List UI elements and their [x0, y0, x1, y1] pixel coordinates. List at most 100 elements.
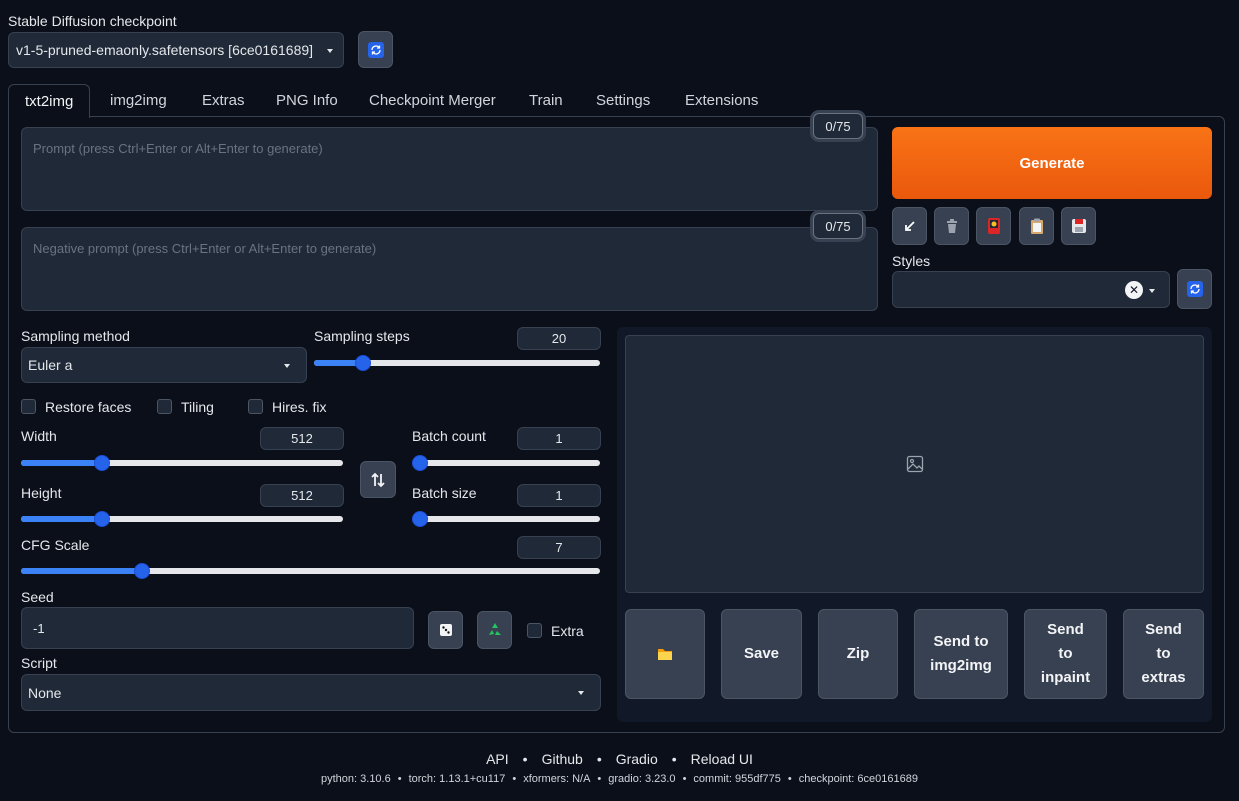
- height-label: Height: [21, 485, 62, 501]
- clear-prompt-button[interactable]: [934, 207, 969, 245]
- script-value: None: [28, 685, 62, 701]
- read-params-button[interactable]: [892, 207, 927, 245]
- random-seed-button[interactable]: [428, 611, 463, 649]
- tab-extras[interactable]: Extras: [186, 84, 261, 117]
- clear-icon[interactable]: ✕: [1125, 281, 1143, 299]
- slider-knob[interactable]: [94, 455, 110, 471]
- tiling-checkbox[interactable]: [157, 399, 172, 414]
- sampling-steps-label: Sampling steps: [314, 328, 410, 344]
- tab-extensions[interactable]: Extensions: [669, 84, 774, 117]
- tab-checkpoint-merger[interactable]: Checkpoint Merger: [353, 84, 512, 117]
- tiling-label: Tiling: [181, 399, 214, 415]
- script-dropdown[interactable]: None: [21, 674, 601, 711]
- footer-separator: •: [671, 751, 677, 767]
- open-folder-button[interactable]: [625, 609, 705, 699]
- width-slider[interactable]: [21, 455, 343, 471]
- refresh-icon: [1186, 281, 1203, 297]
- footer-link-github[interactable]: Github: [542, 751, 583, 767]
- width-input[interactable]: 512: [260, 427, 344, 450]
- send-to-inpaint-button[interactable]: Send to inpaint: [1024, 609, 1107, 699]
- save-style-button[interactable]: [1061, 207, 1096, 245]
- slider-fill: [21, 516, 102, 522]
- arrow-icon: [904, 221, 915, 231]
- recycle-icon: [488, 623, 501, 635]
- tab-img2img[interactable]: img2img: [94, 84, 183, 117]
- seed-label: Seed: [21, 589, 54, 605]
- restore-faces-checkbox[interactable]: [21, 399, 36, 414]
- save-button[interactable]: Save: [721, 609, 802, 699]
- negative-prompt-textarea[interactable]: Negative prompt (press Ctrl+Enter or Alt…: [21, 227, 878, 311]
- footer-versions: python: 3.10.6 • torch: 1.13.1+cu117 • x…: [321, 773, 918, 785]
- seed-input[interactable]: -1: [21, 607, 414, 649]
- reuse-seed-button[interactable]: [477, 611, 512, 649]
- red-card-icon: [987, 218, 1000, 234]
- batch-size-input[interactable]: 1: [517, 484, 601, 507]
- batch-size-slider[interactable]: [412, 511, 600, 527]
- restore-faces-label: Restore faces: [45, 399, 132, 415]
- slider-knob[interactable]: [355, 355, 371, 371]
- footer-separator: •: [522, 751, 528, 767]
- zip-button[interactable]: Zip: [818, 609, 898, 699]
- slider-fill: [21, 568, 142, 574]
- output-gallery[interactable]: [625, 335, 1204, 593]
- tab-png-info[interactable]: PNG Info: [260, 84, 354, 117]
- sampling-method-label: Sampling method: [21, 328, 130, 344]
- footer-link-api[interactable]: API: [486, 751, 509, 767]
- slider-fill: [21, 460, 102, 466]
- tab-txt2img[interactable]: txt2img: [8, 84, 91, 118]
- negative-prompt-token-counter: 0/75: [813, 213, 863, 239]
- checkpoint-dropdown[interactable]: v1-5-pruned-emaonly.safetensors [6ce0161…: [8, 32, 344, 68]
- save-disk-icon: [1071, 219, 1086, 233]
- apply-style-button[interactable]: [1019, 207, 1054, 245]
- swap-arrows-icon: [371, 472, 385, 487]
- slider-knob[interactable]: [412, 511, 428, 527]
- width-label: Width: [21, 428, 57, 444]
- cfg-scale-slider[interactable]: [21, 563, 600, 579]
- batch-count-label: Batch count: [412, 428, 486, 444]
- folder-icon: [658, 649, 672, 660]
- dice-icon: [439, 624, 452, 636]
- slider-knob[interactable]: [134, 563, 150, 579]
- send-to-extras-button[interactable]: Send to extras: [1123, 609, 1204, 699]
- send-to-img2img-button[interactable]: Send to img2img: [914, 609, 1008, 699]
- extra-seed-label: Extra: [551, 623, 584, 639]
- slider-knob[interactable]: [94, 511, 110, 527]
- sampling-steps-slider[interactable]: [314, 355, 600, 371]
- footer-separator: •: [596, 751, 602, 767]
- version-commit: commit: 955df775: [693, 773, 781, 785]
- sampling-steps-input[interactable]: 20: [517, 327, 601, 350]
- slider-knob[interactable]: [412, 455, 428, 471]
- footer-link-gradio[interactable]: Gradio: [616, 751, 658, 767]
- sampling-method-dropdown[interactable]: Euler a: [21, 347, 307, 383]
- checkpoint-refresh-button[interactable]: [358, 31, 393, 68]
- footer-link-reload-ui[interactable]: Reload UI: [691, 751, 753, 767]
- generate-button[interactable]: Generate: [892, 127, 1212, 199]
- version-torch: torch: 1.13.1+cu117: [408, 773, 506, 785]
- styles-dropdown[interactable]: ✕: [892, 271, 1170, 308]
- chevron-down-icon: [578, 691, 584, 695]
- height-input[interactable]: 512: [260, 484, 344, 507]
- batch-count-input[interactable]: 1: [517, 427, 601, 450]
- tab-settings[interactable]: Settings: [580, 84, 666, 117]
- batch-count-slider[interactable]: [412, 455, 600, 471]
- refresh-icon: [367, 41, 384, 58]
- sampling-method-value: Euler a: [28, 357, 73, 373]
- script-label: Script: [21, 655, 57, 671]
- chevron-down-icon: [284, 364, 290, 368]
- extra-seed-checkbox[interactable]: [527, 623, 542, 638]
- styles-refresh-button[interactable]: [1177, 269, 1212, 309]
- height-slider[interactable]: [21, 511, 343, 527]
- styles-label: Styles: [892, 253, 931, 269]
- version-xformers: xformers: N/A: [523, 773, 591, 785]
- tab-train[interactable]: Train: [513, 84, 579, 117]
- seed-value: -1: [33, 621, 45, 636]
- swap-dimensions-button[interactable]: [360, 461, 396, 498]
- show-extra-networks-button[interactable]: [976, 207, 1011, 245]
- checkpoint-value: v1-5-pruned-emaonly.safetensors [6ce0161…: [16, 42, 314, 58]
- prompt-textarea[interactable]: Prompt (press Ctrl+Enter or Alt+Enter to…: [21, 127, 878, 211]
- hires-fix-label: Hires. fix: [272, 399, 327, 415]
- version-gradio: gradio: 3.23.0: [608, 773, 676, 785]
- image-placeholder-icon: [906, 455, 923, 473]
- hires-fix-checkbox[interactable]: [248, 399, 263, 414]
- cfg-scale-input[interactable]: 7: [517, 536, 601, 559]
